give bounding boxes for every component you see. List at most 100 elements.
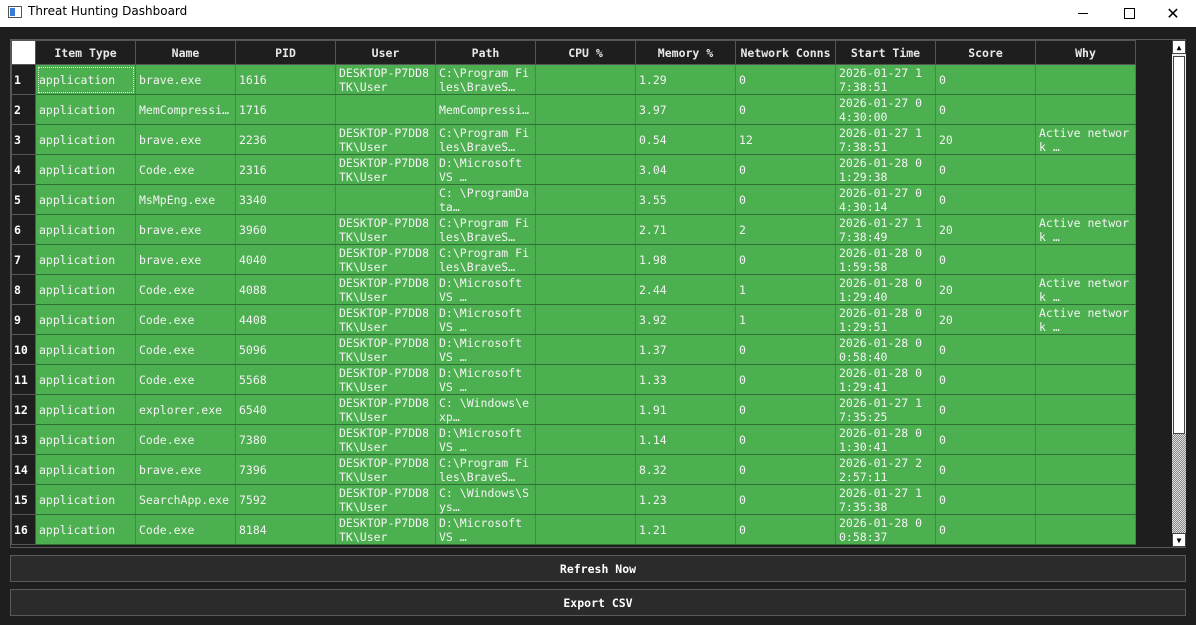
table-cell[interactable]: 0 — [935, 454, 1036, 485]
table-cell[interactable]: 1.14 — [635, 424, 736, 455]
table-cell[interactable]: 2026-01-27 17:38:51 — [835, 124, 936, 155]
table-cell[interactable]: 1 — [735, 304, 836, 335]
table-cell[interactable]: 1 — [735, 274, 836, 305]
table-cell[interactable]: 2026-01-27 04:30:00 — [835, 94, 936, 125]
table-cell[interactable]: 5096 — [235, 334, 336, 365]
table-cell[interactable] — [535, 364, 636, 395]
table-row[interactable]: 5 application MsMpEng.exe 3340 C: \ProgramDa… — [11, 184, 1136, 215]
maximize-button[interactable] — [1106, 0, 1152, 27]
column-header-item-type[interactable]: Item Type — [35, 40, 136, 65]
table-cell[interactable] — [535, 484, 636, 515]
table-cell[interactable]: brave.exe — [135, 64, 236, 95]
table-row[interactable]: 7 application brave.exe 4040 DESKTOP-P7DD8TK… — [11, 244, 1136, 275]
table-cell[interactable]: 3340 — [235, 184, 336, 215]
table-cell[interactable]: C: \ProgramData… — [435, 184, 536, 215]
table-cell[interactable] — [1035, 514, 1136, 545]
vertical-scrollbar[interactable]: ▲ ▼ — [1172, 40, 1186, 547]
table-cell[interactable]: 3960 — [235, 214, 336, 245]
table-cell[interactable]: 2026-01-28 01:59:58 — [835, 244, 936, 275]
column-header-cpu[interactable]: CPU % — [535, 40, 636, 65]
table-cell[interactable]: 0 — [935, 514, 1036, 545]
table-cell[interactable] — [535, 334, 636, 365]
table-cell[interactable]: 0 — [935, 364, 1036, 395]
table-cell[interactable]: 2026-01-28 01:30:41 — [835, 424, 936, 455]
table-cell[interactable]: 6540 — [235, 394, 336, 425]
row-header[interactable]: 2 — [11, 94, 36, 125]
table-cell[interactable]: 8184 — [235, 514, 336, 545]
column-header-start-time[interactable]: Start Time — [835, 40, 936, 65]
table-cell[interactable]: Active network … — [1035, 214, 1136, 245]
table-row[interactable]: 10 application Code.exe 5096 DESKTOP-P7DD8TK… — [11, 334, 1136, 365]
table-cell[interactable]: 0 — [735, 484, 836, 515]
table-cell[interactable] — [1035, 484, 1136, 515]
row-header[interactable]: 15 — [11, 484, 36, 515]
table-row[interactable]: 2 application MemCompressi… 1716 MemCompress… — [11, 94, 1136, 125]
table-cell[interactable]: brave.exe — [135, 124, 236, 155]
row-header[interactable]: 1 — [11, 64, 36, 95]
table-cell[interactable]: 2026-01-27 17:35:38 — [835, 484, 936, 515]
table-cell[interactable]: 2026-01-28 01:29:41 — [835, 364, 936, 395]
table-cell[interactable]: 3.04 — [635, 154, 736, 185]
minimize-button[interactable] — [1060, 0, 1106, 27]
table-cell[interactable]: 2026-01-27 17:38:51 — [835, 64, 936, 95]
table-cell[interactable]: application — [35, 274, 136, 305]
table-cell[interactable] — [535, 454, 636, 485]
table-cell[interactable]: Active network … — [1035, 304, 1136, 335]
table-cell[interactable]: Code.exe — [135, 304, 236, 335]
table-cell[interactable]: C: \Windows\Sys… — [435, 484, 536, 515]
table-cell[interactable]: 1716 — [235, 94, 336, 125]
row-header[interactable]: 9 — [11, 304, 36, 335]
table-cell[interactable]: DESKTOP-P7DD8TK\User — [335, 484, 436, 515]
table-cell[interactable]: D:\Microsoft VS … — [435, 154, 536, 185]
row-header[interactable]: 6 — [11, 214, 36, 245]
row-header[interactable]: 13 — [11, 424, 36, 455]
row-header[interactable]: 8 — [11, 274, 36, 305]
table-cell[interactable]: 2026-01-28 00:58:40 — [835, 334, 936, 365]
table-cell[interactable]: DESKTOP-P7DD8TK\User — [335, 214, 436, 245]
table-cell[interactable]: application — [35, 64, 136, 95]
table-cell[interactable]: 1.29 — [635, 64, 736, 95]
table-cell[interactable]: 0 — [735, 364, 836, 395]
scroll-down-button[interactable]: ▼ — [1172, 533, 1186, 547]
table-cell[interactable]: Code.exe — [135, 334, 236, 365]
row-header[interactable]: 14 — [11, 454, 36, 485]
table-cell[interactable] — [1035, 364, 1136, 395]
table-cell[interactable]: 1.21 — [635, 514, 736, 545]
row-header[interactable]: 12 — [11, 394, 36, 425]
table-cell[interactable]: MsMpEng.exe — [135, 184, 236, 215]
table-cell[interactable]: 0 — [735, 424, 836, 455]
table-row[interactable]: 4 application Code.exe 2316 DESKTOP-P7DD8TK\… — [11, 154, 1136, 185]
table-cell[interactable]: Code.exe — [135, 424, 236, 455]
table-cell[interactable]: 12 — [735, 124, 836, 155]
table-cell[interactable]: 2026-01-28 01:29:51 — [835, 304, 936, 335]
table-cell[interactable]: MemCompressi… — [135, 94, 236, 125]
scroll-up-button[interactable]: ▲ — [1172, 40, 1186, 54]
table-row[interactable]: 15 application SearchApp.exe 7592 DESKTOP-P7… — [11, 484, 1136, 515]
table-cell[interactable]: 4088 — [235, 274, 336, 305]
table-cell[interactable]: DESKTOP-P7DD8TK\User — [335, 454, 436, 485]
table-cell[interactable]: DESKTOP-P7DD8TK\User — [335, 424, 436, 455]
table-cell[interactable]: application — [35, 514, 136, 545]
table-cell[interactable]: C:\Program Files\BraveS… — [435, 454, 536, 485]
table-cell[interactable]: 0 — [935, 244, 1036, 275]
table-cell[interactable]: 20 — [935, 274, 1036, 305]
table-cell[interactable]: 0 — [735, 184, 836, 215]
column-header-user[interactable]: User — [335, 40, 436, 65]
table-cell[interactable]: 1.23 — [635, 484, 736, 515]
table-cell[interactable] — [1035, 94, 1136, 125]
table-cell[interactable] — [535, 514, 636, 545]
table-cell[interactable]: DESKTOP-P7DD8TK\User — [335, 334, 436, 365]
table-row[interactable]: 9 application Code.exe 4408 DESKTOP-P7DD8TK\… — [11, 304, 1136, 335]
table-cell[interactable]: 0 — [935, 424, 1036, 455]
table-cell[interactable]: 2026-01-28 01:29:38 — [835, 154, 936, 185]
table-cell[interactable]: 1.33 — [635, 364, 736, 395]
table-cell[interactable]: DESKTOP-P7DD8TK\User — [335, 124, 436, 155]
table-cell[interactable]: MemCompressi… — [435, 94, 536, 125]
select-all-corner[interactable] — [11, 40, 36, 65]
table-cell[interactable]: application — [35, 424, 136, 455]
table-cell[interactable] — [1035, 64, 1136, 95]
table-cell[interactable]: 2026-01-27 04:30:14 — [835, 184, 936, 215]
table-cell[interactable]: application — [35, 454, 136, 485]
table-cell[interactable]: 1.98 — [635, 244, 736, 275]
table-cell[interactable]: application — [35, 214, 136, 245]
